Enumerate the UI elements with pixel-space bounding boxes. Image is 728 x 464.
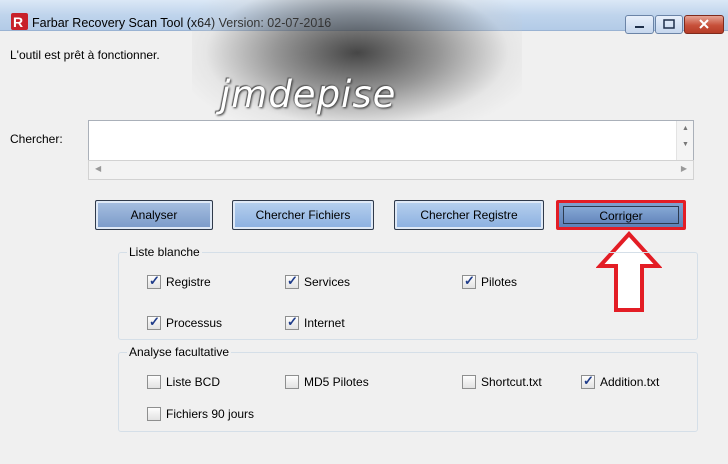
window-title: Farbar Recovery Scan Tool (x64) Version:… (32, 16, 332, 30)
scroll-up-icon[interactable]: ▲ (682, 125, 689, 132)
checkbox-box[interactable]: ✓ (147, 314, 161, 330)
search-label: Chercher: (10, 132, 63, 146)
checkmark-icon: ✓ (583, 373, 594, 388)
checkbox-label: Services (304, 275, 351, 289)
optional-scan-title: Analyse facultative (127, 345, 232, 359)
checkbox-box[interactable] (462, 375, 476, 389)
chercher-fichiers-button[interactable]: Chercher Fichiers (232, 200, 374, 230)
checkbox-box[interactable] (147, 407, 161, 421)
checkbox-label: Shortcut.txt (481, 375, 542, 389)
status-text: L'outil est prêt à fonctionner. (10, 48, 160, 62)
checkbox-label: Liste BCD (166, 375, 221, 389)
checkbox-label: Internet (304, 316, 345, 330)
checkmark-icon: ✓ (287, 314, 298, 329)
scroll-right-icon[interactable]: ▶ (681, 164, 687, 173)
checkmark-icon: ✓ (149, 273, 160, 288)
maximize-button[interactable] (655, 15, 683, 34)
chercher-registre-button[interactable]: Chercher Registre (394, 200, 544, 230)
checkbox-box[interactable]: ✓ (285, 273, 299, 289)
scroll-left-icon[interactable]: ◀ (95, 164, 101, 173)
minimize-button[interactable] (625, 15, 654, 34)
svg-text:R: R (13, 14, 23, 30)
whitelist-title: Liste blanche (127, 245, 202, 259)
corriger-label: Corriger (563, 206, 679, 224)
checkmark-icon: ✓ (149, 314, 160, 329)
checkbox-label: Pilotes (481, 275, 518, 289)
checkbox-box[interactable]: ✓ (285, 314, 299, 330)
checkbox-box[interactable]: ✓ (147, 273, 161, 289)
checkbox-box[interactable]: ✓ (581, 373, 595, 389)
checkmark-icon: ✓ (464, 273, 475, 288)
farbar-logo-icon: R (11, 13, 28, 30)
checkmark-icon: ✓ (287, 273, 298, 288)
checkbox-label: Processus (166, 316, 223, 330)
checkbox-box[interactable] (285, 375, 299, 389)
watermark-text: jmdepise (220, 73, 397, 116)
scroll-down-icon[interactable]: ▼ (682, 141, 689, 148)
checkbox-box[interactable]: ✓ (462, 273, 476, 289)
checkbox-label: Fichiers 90 jours (166, 407, 255, 421)
checkbox-label: Registre (166, 275, 211, 289)
horizontal-scrollbar[interactable]: ◀ ▶ (88, 160, 694, 180)
close-button[interactable] (684, 15, 724, 34)
checkbox-box[interactable] (147, 375, 161, 389)
title-bar[interactable]: R Farbar Recovery Scan Tool (x64) Versio… (0, 0, 728, 34)
checkbox-label: Addition.txt (600, 375, 660, 389)
corriger-button[interactable]: Corriger (556, 200, 686, 230)
checkbox-label: MD5 Pilotes (304, 375, 369, 389)
analyser-button[interactable]: Analyser (95, 200, 213, 230)
